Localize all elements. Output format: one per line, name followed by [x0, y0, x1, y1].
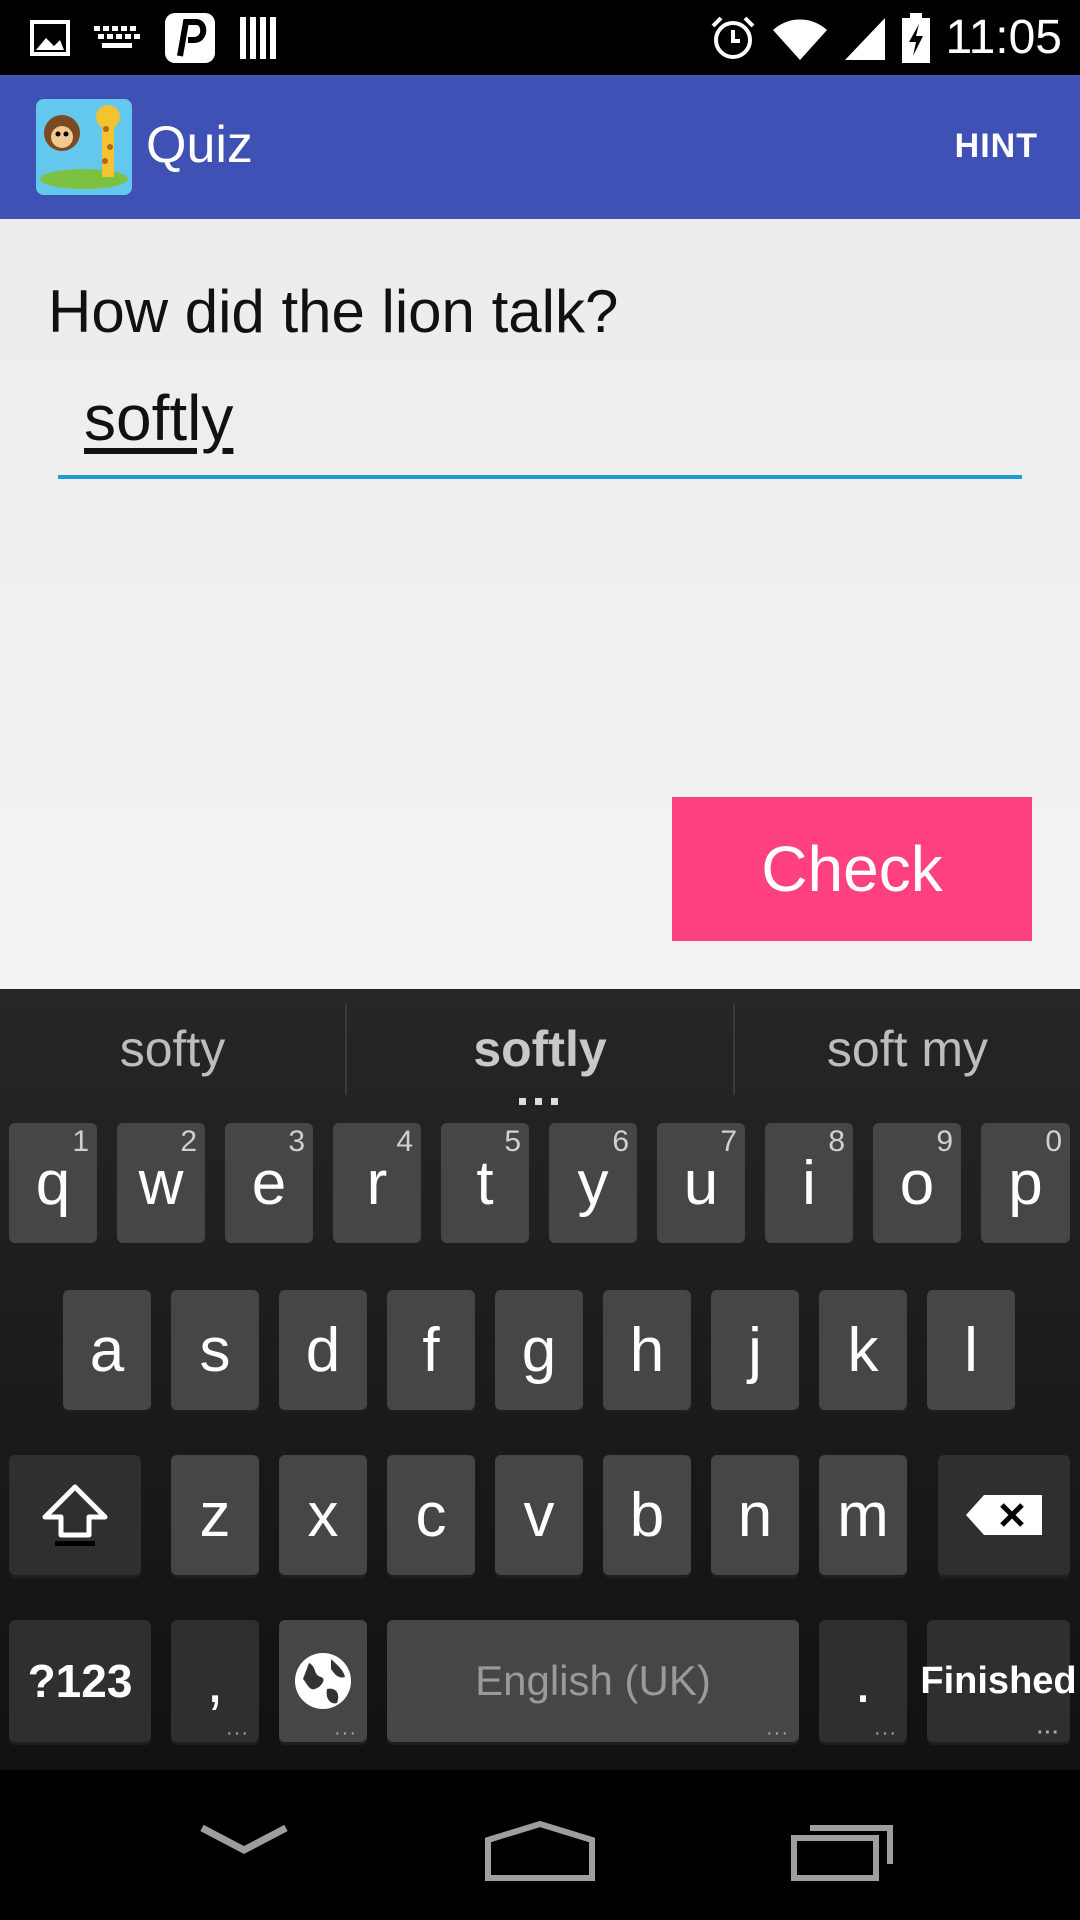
key-b[interactable]: b: [603, 1455, 691, 1575]
home-icon[interactable]: [484, 1820, 596, 1882]
key-g[interactable]: g: [495, 1290, 583, 1410]
backspace-icon: [966, 1495, 1042, 1535]
status-bar: 11:05: [0, 0, 1080, 75]
key-label: e: [251, 1148, 287, 1218]
pinterest-icon: [165, 13, 215, 63]
key-label: q: [35, 1148, 71, 1218]
clock: 11:05: [945, 11, 1062, 64]
recents-icon[interactable]: [790, 1816, 896, 1882]
suggestion-1[interactable]: softy: [0, 989, 345, 1109]
key-hint: 8: [828, 1125, 845, 1158]
key-m[interactable]: m: [819, 1455, 907, 1575]
key-label: y: [577, 1148, 609, 1218]
symbols-key[interactable]: ?123: [9, 1620, 151, 1742]
soft-keyboard: softy softly soft my q1 w2 e3 r4 t5 y6 u…: [0, 989, 1080, 1770]
key-label: .: [854, 1646, 872, 1716]
key-hint: 7: [720, 1125, 737, 1158]
app-bar: Quiz HINT: [0, 75, 1080, 219]
system-icons: 11:05: [709, 8, 1062, 68]
key-label: t: [476, 1148, 494, 1218]
suggestion-3[interactable]: soft my: [735, 989, 1080, 1109]
suggestion-2[interactable]: softly: [347, 989, 733, 1109]
quiz-content: How did the lion talk? softly Check: [0, 219, 1080, 989]
key-j[interactable]: j: [711, 1290, 799, 1410]
enter-label: Finished: [920, 1659, 1077, 1702]
key-y[interactable]: y6: [549, 1123, 637, 1243]
key-k[interactable]: k: [819, 1290, 907, 1410]
alarm-icon: [712, 16, 755, 59]
app-logo-icon: [36, 99, 132, 195]
finished-key[interactable]: Finished ···: [920, 1620, 1077, 1744]
key-label: ,: [206, 1646, 224, 1716]
key-l[interactable]: l: [927, 1290, 1015, 1410]
language-key[interactable]: ···: [279, 1620, 367, 1744]
key-n[interactable]: n: [711, 1455, 799, 1575]
key-d[interactable]: d: [279, 1290, 367, 1410]
key-h[interactable]: h: [603, 1290, 691, 1410]
back-icon[interactable]: [198, 1820, 290, 1860]
key-s[interactable]: s: [171, 1290, 259, 1410]
signal-icon: [845, 18, 886, 60]
more-dots-icon: ···: [226, 1722, 249, 1744]
key-hint: 2: [180, 1125, 197, 1158]
wifi-icon: [773, 19, 828, 60]
key-hint: 1: [72, 1125, 89, 1158]
key-label: i: [802, 1148, 816, 1218]
answer-value[interactable]: softly: [84, 381, 233, 455]
more-dots-icon: ···: [334, 1722, 357, 1744]
key-x[interactable]: x: [279, 1455, 367, 1575]
notification-icons: [30, 12, 278, 64]
key-i[interactable]: i8: [765, 1123, 853, 1243]
key-hint: 6: [612, 1125, 629, 1158]
key-r[interactable]: r4: [333, 1123, 421, 1243]
key-z[interactable]: z: [171, 1455, 259, 1575]
key-f[interactable]: f: [387, 1290, 475, 1410]
key-label: r: [366, 1148, 388, 1218]
key-u[interactable]: u7: [657, 1123, 745, 1243]
more-suggestions-icon[interactable]: [517, 1093, 561, 1105]
comma-key[interactable]: , ···: [171, 1620, 259, 1744]
globe-icon: [295, 1653, 351, 1709]
key-hint: 4: [396, 1125, 413, 1158]
battery-charging-icon: [902, 13, 931, 63]
key-a[interactable]: a: [63, 1290, 151, 1410]
barcode-icon: [240, 17, 276, 59]
key-e[interactable]: e3: [225, 1123, 313, 1243]
space-key[interactable]: English (UK) ···: [387, 1620, 799, 1744]
key-label: u: [683, 1148, 719, 1218]
key-label: p: [1008, 1148, 1043, 1218]
period-key[interactable]: . ···: [819, 1620, 907, 1744]
navigation-bar: [0, 1770, 1080, 1920]
more-dots-icon: ···: [1037, 1722, 1060, 1744]
question-text: How did the lion talk?: [48, 278, 619, 345]
key-hint: 9: [936, 1125, 953, 1158]
key-hint: 0: [1045, 1125, 1062, 1158]
key-p[interactable]: p0: [981, 1123, 1070, 1243]
check-button[interactable]: Check: [672, 797, 1032, 941]
answer-input[interactable]: softly: [58, 379, 1022, 479]
more-dots-icon: ···: [766, 1722, 789, 1744]
key-c[interactable]: c: [387, 1455, 475, 1575]
app-title: Quiz: [146, 116, 253, 174]
space-label: English (UK): [475, 1657, 711, 1704]
keyboard-icon: [94, 26, 140, 48]
key-hint: 5: [504, 1125, 521, 1158]
hint-button[interactable]: HINT: [955, 127, 1038, 166]
more-dots-icon: ···: [874, 1722, 897, 1744]
shift-key[interactable]: [9, 1455, 141, 1575]
key-w[interactable]: w2: [117, 1123, 205, 1243]
backspace-key[interactable]: [938, 1455, 1070, 1575]
key-t[interactable]: t5: [441, 1123, 529, 1243]
key-label: w: [138, 1148, 184, 1218]
key-v[interactable]: v: [495, 1455, 583, 1575]
key-o[interactable]: o9: [873, 1123, 961, 1243]
key-q[interactable]: q1: [9, 1123, 97, 1243]
key-label: o: [899, 1148, 935, 1218]
key-hint: 3: [288, 1125, 305, 1158]
shift-icon: [42, 1484, 108, 1546]
image-icon: [30, 20, 70, 56]
